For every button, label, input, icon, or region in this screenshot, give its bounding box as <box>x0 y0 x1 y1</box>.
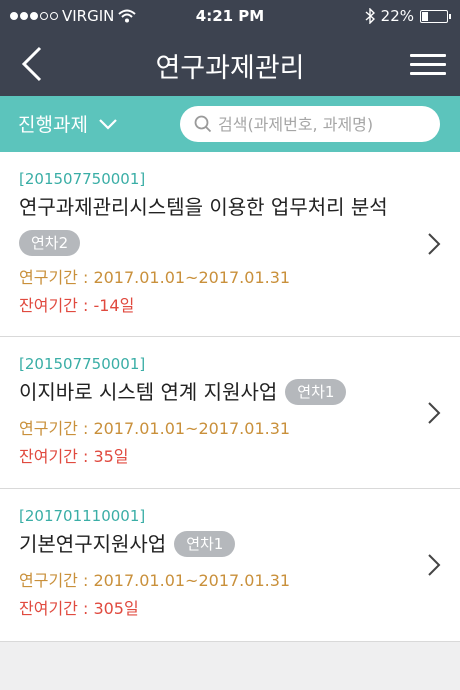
status-right: 22% <box>365 7 451 25</box>
project-title: 이지바로 시스템 연계 지원사업 <box>19 380 278 404</box>
project-list: [201507750001] 연구과제관리시스템을 이용한 업무처리 분석 연차… <box>0 152 460 642</box>
remaining-period: 잔여기간 : 305일 <box>19 599 139 618</box>
chevron-right-icon <box>428 233 441 255</box>
nav-bar: 연구과제관리 <box>0 32 460 96</box>
project-title: 기본연구지원사업 <box>19 532 167 556</box>
project-id: [201507750001] <box>19 170 146 188</box>
remaining-period: 잔여기간 : -14일 <box>19 296 135 315</box>
research-period: 연구기간 : 2017.01.01~2017.01.31 <box>19 571 291 590</box>
battery-percent: 22% <box>380 7 414 25</box>
year-badge: 연차2 <box>19 230 81 256</box>
project-title: 연구과제관리시스템을 이용한 업무처리 분석 <box>19 195 388 219</box>
battery-icon <box>420 9 451 23</box>
status-filter-dropdown[interactable]: 진행과제 <box>18 110 118 137</box>
search-box <box>180 106 440 142</box>
year-badge: 연차1 <box>285 379 347 405</box>
chevron-right-icon <box>428 554 441 576</box>
filter-bar: 진행과제 <box>0 96 460 152</box>
chevron-right-icon <box>428 401 441 424</box>
year-badge: 연차1 <box>174 531 236 557</box>
research-period: 연구기간 : 2017.01.01~2017.01.31 <box>19 419 291 438</box>
project-id: [201701110001] <box>19 507 146 525</box>
research-period: 연구기간 : 2017.01.01~2017.01.31 <box>19 268 291 287</box>
menu-button[interactable] <box>410 46 446 82</box>
chevron-down-icon <box>99 118 117 130</box>
list-item[interactable]: [201507750001] 이지바로 시스템 연계 지원사업 연차1 연구기간… <box>0 337 460 489</box>
search-input[interactable] <box>218 114 428 134</box>
status-filter-label: 진행과제 <box>18 114 88 136</box>
page-title: 연구과제관리 <box>155 53 305 84</box>
status-bar: VIRGIN 4:21 PM 22% <box>0 0 460 32</box>
list-item[interactable]: [201701110001] 기본연구지원사업 연차1 연구기간 : 2017.… <box>0 489 460 642</box>
bluetooth-icon <box>365 8 375 24</box>
remaining-period: 잔여기간 : 35일 <box>19 447 129 466</box>
project-id: [201507750001] <box>19 355 146 373</box>
hamburger-menu-icon <box>410 53 446 57</box>
list-item[interactable]: [201507750001] 연구과제관리시스템을 이용한 업무처리 분석 연차… <box>0 152 460 337</box>
battery-level <box>422 11 428 21</box>
search-icon <box>194 115 212 133</box>
